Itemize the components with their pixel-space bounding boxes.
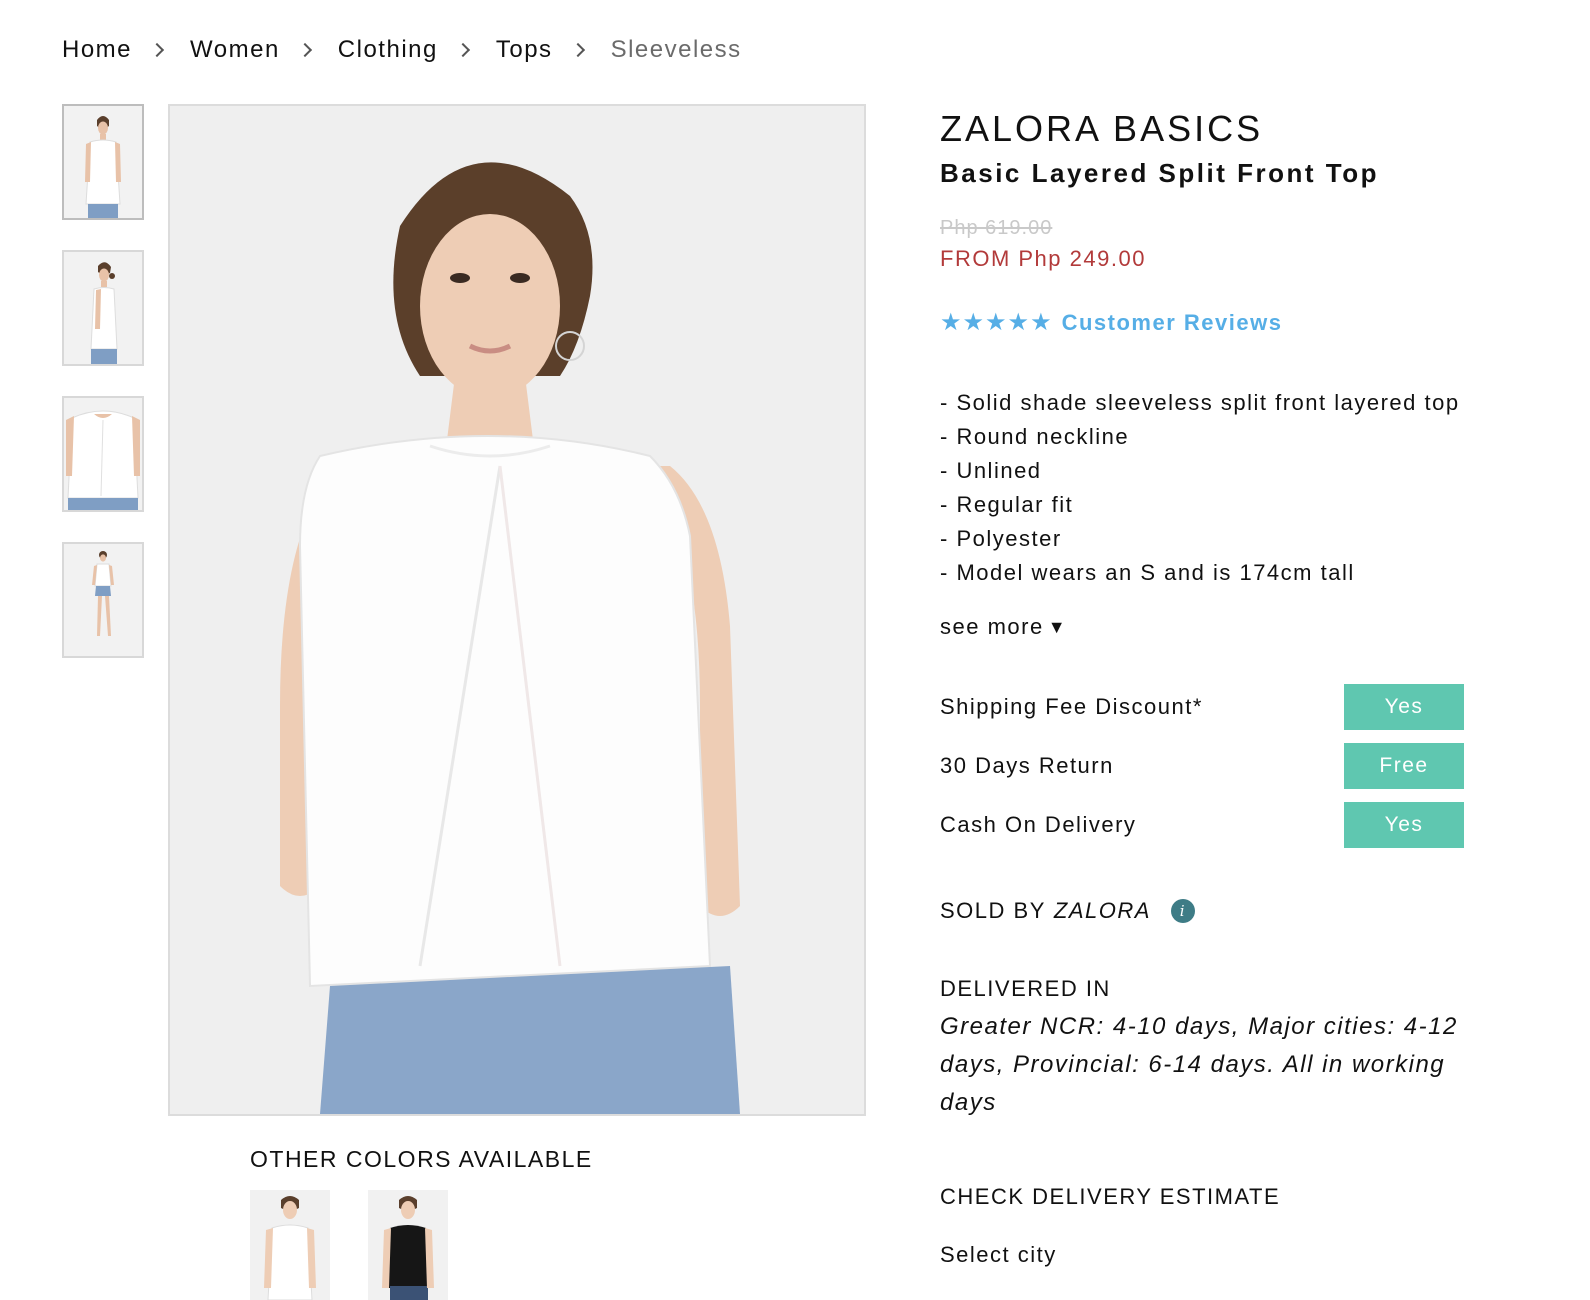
other-colors-title: OTHER COLORS AVAILABLE xyxy=(250,1146,593,1172)
description-line: - Round neckline xyxy=(940,424,1130,449)
feature-return: 30 Days Return Free xyxy=(940,743,1464,789)
breadcrumb-home[interactable]: Home xyxy=(62,36,132,64)
thumbnail-side[interactable] xyxy=(62,250,144,366)
chevron-right-icon xyxy=(570,42,585,58)
breadcrumb-tops[interactable]: Tops xyxy=(496,36,553,64)
thumbnail-full-body[interactable] xyxy=(62,542,144,658)
chevron-right-icon xyxy=(455,42,470,58)
feature-badge: Free xyxy=(1344,743,1464,789)
delivery-times: Greater NCR: 4-10 days, Major cities: 4-… xyxy=(940,1013,1458,1116)
original-price: Php 619.00 xyxy=(940,217,1053,239)
see-more-toggle[interactable]: see more ▼ xyxy=(940,614,1520,640)
star-icon: ★ xyxy=(985,309,1007,336)
breadcrumb-current: Sleeveless xyxy=(610,36,742,63)
select-city-dropdown[interactable]: Select city xyxy=(940,1242,1520,1268)
sold-by-label: SOLD BY xyxy=(940,898,1046,923)
chevron-right-icon xyxy=(297,42,312,58)
description-line: - Solid shade sleeveless split front lay… xyxy=(940,390,1460,415)
breadcrumb: Home Women Clothing Tops Sleeveless xyxy=(62,36,742,64)
star-icon: ★ xyxy=(940,309,962,336)
sold-by: SOLD BY ZALORA i xyxy=(940,898,1520,924)
breadcrumb-women[interactable]: Women xyxy=(190,36,280,64)
feature-list: Shipping Fee Discount* Yes 30 Days Retur… xyxy=(940,684,1520,848)
thumbnail-gallery xyxy=(62,104,144,688)
feature-label: Shipping Fee Discount* xyxy=(940,694,1203,719)
product-info: ZALORA BASICS Basic Layered Split Front … xyxy=(940,108,1520,1268)
description-line: - Polyester xyxy=(940,526,1062,551)
product-description: - Solid shade sleeveless split front lay… xyxy=(940,386,1520,590)
feature-label: 30 Days Return xyxy=(940,753,1114,778)
star-icon: ★ xyxy=(1007,309,1030,336)
feature-badge: Yes xyxy=(1344,802,1464,848)
color-swatch-white[interactable] xyxy=(250,1190,330,1300)
customer-reviews-link[interactable]: Customer Reviews xyxy=(1062,310,1283,336)
triangle-down-icon: ▼ xyxy=(1047,616,1068,637)
description-line: - Unlined xyxy=(940,458,1042,483)
feature-badge: Yes xyxy=(1344,684,1464,730)
thumbnail-detail[interactable] xyxy=(62,396,144,512)
thumbnail-front[interactable] xyxy=(62,104,144,220)
customer-reviews[interactable]: ★ ★ ★ ★ ★ Customer Reviews xyxy=(940,310,1520,336)
seller-name: ZALORA xyxy=(1053,898,1151,923)
feature-shipping-discount: Shipping Fee Discount* Yes xyxy=(940,684,1464,730)
delivered-in-title: DELIVERED IN xyxy=(940,976,1111,1001)
feature-label: Cash On Delivery xyxy=(940,812,1137,837)
star-icon: ★ xyxy=(1030,309,1052,336)
brand-name[interactable]: ZALORA BASICS xyxy=(940,108,1520,150)
rating-stars: ★ ★ ★ ★ ★ xyxy=(940,311,1052,335)
other-colors-list xyxy=(250,1190,448,1300)
breadcrumb-clothing[interactable]: Clothing xyxy=(338,36,438,64)
see-more-label: see more xyxy=(940,614,1044,639)
description-line: - Model wears an S and is 174cm tall xyxy=(940,560,1355,585)
description-line: - Regular fit xyxy=(940,492,1074,517)
star-icon: ★ xyxy=(962,309,985,336)
product-name: Basic Layered Split Front Top xyxy=(940,158,1379,188)
info-icon[interactable]: i xyxy=(1170,899,1195,923)
feature-cod: Cash On Delivery Yes xyxy=(940,802,1464,848)
check-delivery-title: CHECK DELIVERY ESTIMATE xyxy=(940,1184,1281,1209)
main-product-image[interactable] xyxy=(168,104,866,1116)
color-swatch-black[interactable] xyxy=(368,1190,448,1300)
chevron-right-icon xyxy=(149,42,165,58)
sale-price: FROM Php 249.00 xyxy=(940,246,1146,271)
